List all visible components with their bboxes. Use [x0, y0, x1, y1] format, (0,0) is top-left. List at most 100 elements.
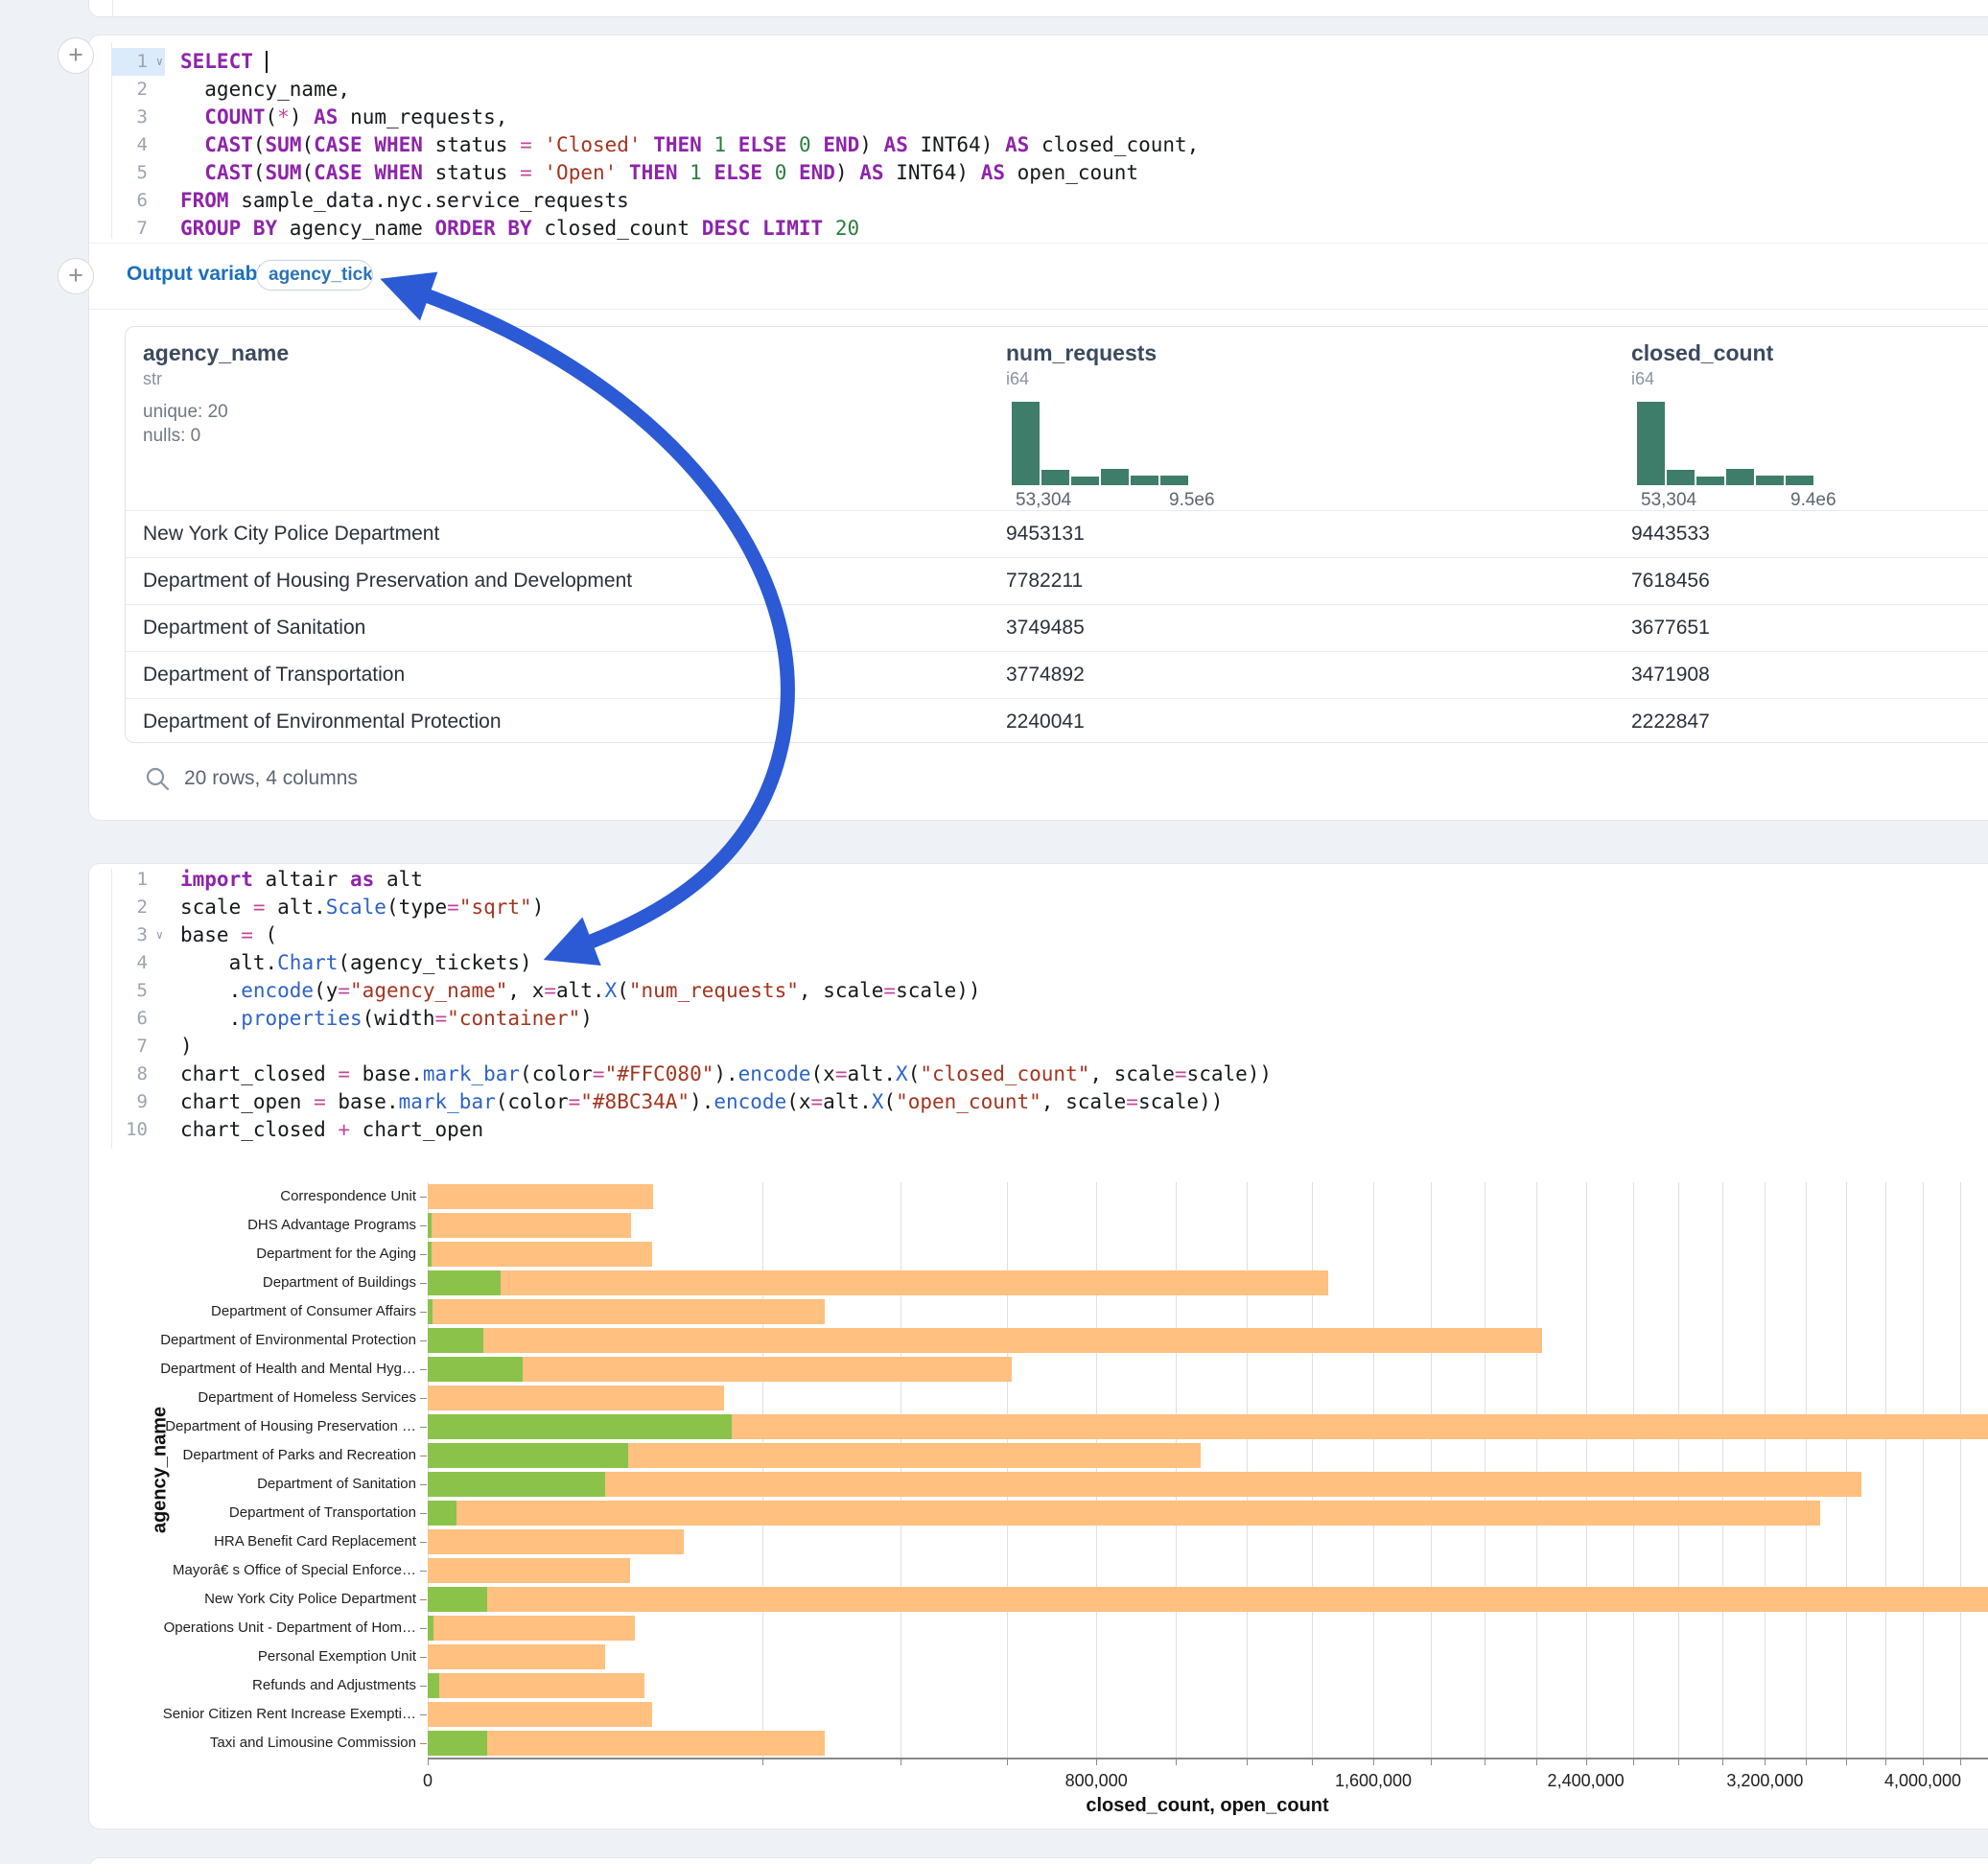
line-number: 4 — [111, 949, 165, 977]
y-tick-label: Senior Citizen Rent Increase Exempti… — [0, 1706, 416, 1723]
fold-chevron-icon[interactable]: ∨ — [156, 921, 163, 949]
bar-closed_count — [428, 1644, 605, 1669]
line-number: 1 — [111, 866, 165, 894]
add-cell-button-top[interactable]: + — [58, 37, 94, 74]
y-tick-label: HRA Benefit Card Replacement — [0, 1533, 416, 1550]
code-line[interactable]: 1import altair as alt — [111, 866, 1933, 894]
code-line[interactable]: 3∨base = ( — [111, 921, 1933, 949]
gridline — [1247, 1182, 1248, 1758]
column-type: i64 — [1006, 369, 1029, 389]
y-tick-label: Department of Environmental Protection — [0, 1332, 416, 1349]
y-tick-label: New York City Police Department — [0, 1591, 416, 1608]
line-number: 10 — [111, 1116, 165, 1144]
bar-open_count — [428, 1472, 605, 1497]
x-tick-label: 0 — [423, 1771, 433, 1791]
text-cursor — [266, 51, 268, 73]
bar-open_count — [428, 1731, 487, 1756]
table-row[interactable]: Department of Environmental Protection22… — [126, 698, 1988, 743]
y-tick — [420, 1427, 427, 1428]
code-line[interactable]: 7GROUP BY agency_name ORDER BY closed_co… — [111, 215, 1933, 243]
code-text: chart_open = base.mark_bar(color="#8BC34… — [165, 1088, 1223, 1116]
line-number: 2 — [111, 894, 165, 921]
code-line[interactable]: 5 .encode(y="agency_name", x=alt.X("num_… — [111, 977, 1933, 1005]
bar-open_count — [428, 1616, 433, 1641]
python-code-editor[interactable]: 1import altair as alt2scale = alt.Scale(… — [111, 866, 1933, 1144]
fold-chevron-icon[interactable]: ∨ — [156, 48, 163, 76]
add-cell-button-between[interactable]: + — [58, 258, 94, 294]
code-text: GROUP BY agency_name ORDER BY closed_cou… — [165, 215, 859, 243]
code-line[interactable]: 4 alt.Chart(agency_tickets) — [111, 949, 1933, 977]
code-line[interactable]: 7) — [111, 1033, 1933, 1060]
histogram-bar — [1696, 477, 1724, 485]
gridline — [1765, 1182, 1766, 1758]
line-number: 5 — [111, 159, 165, 187]
column-name: closed_count — [1631, 340, 1773, 366]
table-cell: Department of Sanitation — [143, 617, 365, 640]
code-line[interactable]: 9chart_open = base.mark_bar(color="#8BC3… — [111, 1088, 1933, 1116]
code-line[interactable]: 3 COUNT(*) AS num_requests, — [111, 104, 1933, 131]
code-line[interactable]: 5 CAST(SUM(CASE WHEN status = 'Open' THE… — [111, 159, 1933, 187]
histogram-bar — [1786, 476, 1813, 485]
gridline — [1885, 1182, 1886, 1758]
gridline — [1373, 1182, 1374, 1758]
sql-code-editor[interactable]: 1∨SELECT 2 agency_name,3 COUNT(*) AS num… — [111, 48, 1933, 243]
y-tick-label: Department of Homeless Services — [0, 1389, 416, 1407]
code-line[interactable]: 10chart_closed + chart_open — [111, 1116, 1933, 1144]
histogram-max-label: 9.5e6 — [1169, 490, 1215, 511]
table-row[interactable]: Department of Sanitation 3749485 3677651 — [126, 604, 1988, 651]
code-line[interactable]: 4 CAST(SUM(CASE WHEN status = 'Closed' T… — [111, 131, 1933, 159]
y-tick — [420, 1340, 427, 1341]
search-icon[interactable] — [144, 765, 171, 792]
table-cell: 3749485 — [1006, 617, 1085, 640]
column-stat-unique: unique: 20 — [143, 402, 228, 423]
table-row[interactable]: Department of Housing Preservation and D… — [126, 557, 1988, 604]
gridline — [1960, 1182, 1961, 1758]
gutter-divider — [112, 0, 113, 17]
code-line[interactable]: 1∨SELECT — [111, 48, 1933, 76]
line-number: 3∨ — [111, 921, 165, 949]
y-tick — [420, 1312, 427, 1313]
table-row[interactable]: New York City Police Department945313194… — [126, 510, 1988, 557]
output-variable-pill[interactable]: agency_tickets — [256, 260, 373, 291]
y-tick-label: Department of Buildings — [0, 1274, 416, 1292]
notebook-page: + + 1∨SELECT 2 agency_name,3 COUNT(*) AS… — [0, 0, 1988, 1864]
code-text: base = ( — [165, 921, 277, 949]
bar-closed_count — [428, 1270, 1328, 1295]
y-tick — [420, 1714, 427, 1715]
code-text: CAST(SUM(CASE WHEN status = 'Open' THEN … — [165, 159, 1138, 187]
bar-open_count — [428, 1673, 439, 1698]
cell-section-divider — [89, 243, 1988, 244]
bar-closed_count — [428, 1242, 652, 1267]
bar-open_count — [428, 1443, 628, 1468]
gridline — [1722, 1182, 1723, 1758]
code-line[interactable]: 6 .properties(width="container") — [111, 1005, 1933, 1033]
gridline — [1846, 1182, 1847, 1758]
table-row[interactable]: Department of Transportation377489234719… — [126, 651, 1988, 698]
gridline — [1633, 1182, 1634, 1758]
y-tick-label: Taxi and Limousine Commission — [0, 1735, 416, 1752]
y-tick — [420, 1743, 427, 1744]
table-cell: New York City Police Department — [143, 523, 439, 546]
line-number: 7 — [111, 1033, 165, 1060]
y-tick-label: Refunds and Adjustments — [0, 1677, 416, 1694]
line-number: 5 — [111, 977, 165, 1005]
code-line[interactable]: 6FROM sample_data.nyc.service_requests — [111, 187, 1933, 215]
dataframe-table: agency_name str unique: 20 nulls: 0 num_… — [125, 326, 1988, 743]
y-tick — [420, 1542, 427, 1543]
gridline — [1806, 1182, 1807, 1758]
code-text: .properties(width="container") — [165, 1005, 593, 1033]
y-tick-label: Department of Health and Mental Hyg… — [0, 1361, 416, 1378]
code-line[interactable]: 8chart_closed = base.mark_bar(color="#FF… — [111, 1060, 1933, 1088]
code-line[interactable]: 2 agency_name, — [111, 76, 1933, 104]
x-tick-label: 1,600,000 — [1335, 1771, 1412, 1791]
table-cell: 9443533 — [1631, 523, 1710, 546]
code-line[interactable]: 2scale = alt.Scale(type="sqrt") — [111, 894, 1933, 921]
y-tick-label: Department of Parks and Recreation — [0, 1447, 416, 1464]
table-cell: Department of Transportation — [143, 664, 405, 687]
y-tick — [420, 1599, 427, 1600]
x-tick-label: 4,000,000 — [1884, 1771, 1961, 1791]
table-cell: 3677651 — [1631, 617, 1710, 640]
table-shape-summary: 20 rows, 4 columns — [184, 767, 358, 790]
table-cell: 3774892 — [1006, 664, 1085, 687]
plus-icon: + — [68, 40, 83, 69]
